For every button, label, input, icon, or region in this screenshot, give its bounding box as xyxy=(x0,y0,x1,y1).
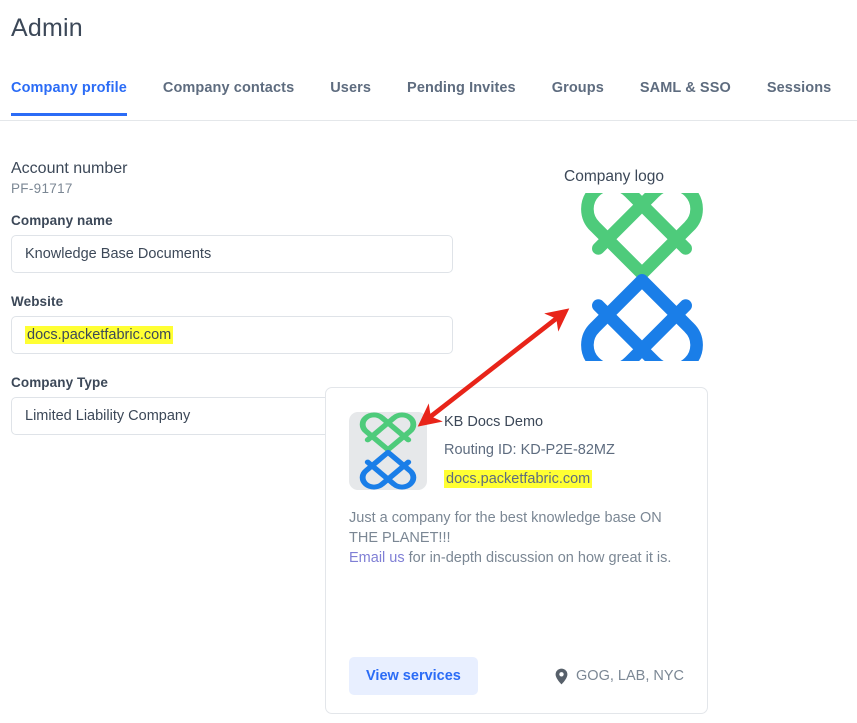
company-name-group: Company name Knowledge Base Documents xyxy=(11,213,453,273)
account-number-group: Account number PF-91717 xyxy=(11,160,453,196)
card-header-text: KB Docs Demo Routing ID: KD-P2E-82MZ doc… xyxy=(444,412,615,490)
card-description-line3: for in-depth discussion on how great it … xyxy=(404,550,672,566)
website-value: docs.packetfabric.com xyxy=(25,326,174,344)
tab-list: Company profile Company contacts Users Pend… xyxy=(0,68,857,120)
tab-pending-invites[interactable]: Pending Invites xyxy=(407,68,516,96)
card-description-line2: THE PLANET!!! xyxy=(349,530,451,546)
card-description-line1: Just a company for the best knowledge ba… xyxy=(349,510,662,526)
company-name-input[interactable]: Knowledge Base Documents xyxy=(11,235,453,273)
website-group: Website docs.packetfabric.com xyxy=(11,294,453,354)
card-location-text: GOG, LAB, NYC xyxy=(576,668,684,684)
account-number-label: Account number xyxy=(11,160,128,177)
card-footer: View services GOG, LAB, NYC xyxy=(326,657,707,695)
card-description: Just a company for the best knowledge ba… xyxy=(349,508,684,568)
card-website-text: docs.packetfabric.com xyxy=(444,470,593,488)
card-routing-id: Routing ID: KD-P2E-82MZ xyxy=(444,442,615,458)
tab-users[interactable]: Users xyxy=(330,68,371,96)
tab-sessions[interactable]: Sessions xyxy=(767,68,831,96)
website-input[interactable]: docs.packetfabric.com xyxy=(11,316,453,354)
company-name-label: Company name xyxy=(11,213,113,228)
company-name-value: Knowledge Base Documents xyxy=(25,246,212,262)
company-type-value: Limited Liability Company xyxy=(25,408,191,424)
company-preview-card: KB Docs Demo Routing ID: KD-P2E-82MZ doc… xyxy=(325,387,708,714)
company-logo-image xyxy=(558,178,726,376)
card-logo-thumbnail xyxy=(349,412,427,490)
tab-company-profile[interactable]: Company profile xyxy=(11,68,127,116)
card-website[interactable]: docs.packetfabric.com xyxy=(444,470,615,488)
page-title: Admin xyxy=(11,14,83,42)
website-label: Website xyxy=(11,294,64,309)
tab-saml-sso[interactable]: SAML & SSO xyxy=(640,68,731,96)
tab-bar: Company profile Company contacts Users Pend… xyxy=(0,68,857,121)
tab-company-contacts[interactable]: Company contacts xyxy=(163,68,294,96)
account-number-value: PF-91717 xyxy=(11,181,73,196)
admin-company-profile-page: Admin Company profile Company contacts Use… xyxy=(0,0,857,723)
card-location: GOG, LAB, NYC xyxy=(555,668,684,685)
map-pin-icon xyxy=(555,668,568,685)
card-company-name: KB Docs Demo xyxy=(444,414,544,430)
view-services-button[interactable]: View services xyxy=(349,657,478,695)
email-us-link[interactable]: Email us xyxy=(349,550,405,566)
card-header: KB Docs Demo Routing ID: KD-P2E-82MZ doc… xyxy=(326,388,707,490)
company-logo-caption: Company logo xyxy=(564,168,664,185)
tab-groups[interactable]: Groups xyxy=(552,68,604,96)
